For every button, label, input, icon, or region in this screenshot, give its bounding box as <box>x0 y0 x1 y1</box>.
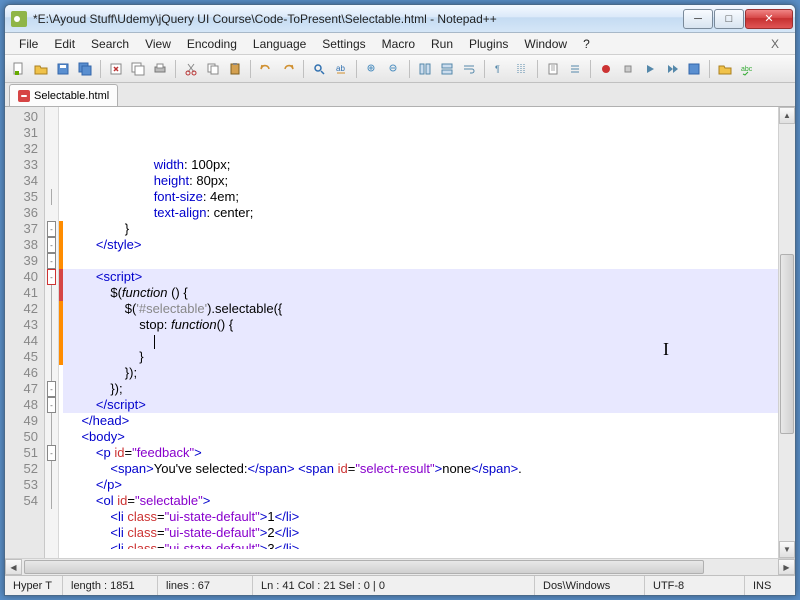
save-all-icon[interactable] <box>75 59 95 79</box>
status-encoding: UTF-8 <box>645 576 745 595</box>
scroll-down-icon[interactable]: ▼ <box>779 541 795 558</box>
svg-text:abc: abc <box>741 66 753 73</box>
close-file-icon[interactable] <box>106 59 126 79</box>
tab-selectable[interactable]: Selectable.html <box>9 84 118 106</box>
menu-view[interactable]: View <box>137 35 179 53</box>
menu-file[interactable]: File <box>11 35 46 53</box>
zoom-out-icon[interactable] <box>384 59 404 79</box>
text-cursor-icon: I <box>663 341 669 357</box>
menu-search[interactable]: Search <box>83 35 137 53</box>
replace-icon[interactable]: ab <box>331 59 351 79</box>
status-eol: Dos\Windows <box>535 576 645 595</box>
menu-settings[interactable]: Settings <box>314 35 373 53</box>
status-insert-mode: INS <box>745 576 795 595</box>
new-file-icon[interactable] <box>9 59 29 79</box>
scroll-thumb[interactable] <box>780 254 794 434</box>
folder-icon[interactable] <box>715 59 735 79</box>
menu-close-doc[interactable]: X <box>761 35 789 53</box>
status-position: Ln : 41 Col : 21 Sel : 0 | 0 <box>253 576 535 595</box>
paste-icon[interactable] <box>225 59 245 79</box>
titlebar[interactable]: *E:\Ayoud Stuff\Udemy\jQuery UI Course\C… <box>5 5 795 33</box>
print-icon[interactable] <box>150 59 170 79</box>
save-icon[interactable] <box>53 59 73 79</box>
code-area[interactable]: I width: 100px; height: 80px; font-size:… <box>63 107 778 558</box>
window-title: *E:\Ayoud Stuff\Udemy\jQuery UI Course\C… <box>31 12 683 26</box>
fold-column[interactable]: ------- <box>45 107 59 558</box>
line-number-gutter[interactable]: 3031323334353637383940414243444546474849… <box>5 107 45 558</box>
save-macro-icon[interactable] <box>684 59 704 79</box>
status-length: length : 1851 <box>63 576 158 595</box>
menu-window[interactable]: Window <box>516 35 575 53</box>
doc-map-icon[interactable] <box>543 59 563 79</box>
zoom-in-icon[interactable] <box>362 59 382 79</box>
play-icon[interactable] <box>640 59 660 79</box>
editor: 3031323334353637383940414243444546474849… <box>5 107 795 558</box>
menu-language[interactable]: Language <box>245 35 314 53</box>
stop-icon[interactable] <box>618 59 638 79</box>
close-button[interactable]: ✕ <box>745 9 793 29</box>
tab-label: Selectable.html <box>34 90 109 102</box>
open-file-icon[interactable] <box>31 59 51 79</box>
undo-icon[interactable] <box>256 59 276 79</box>
cut-icon[interactable] <box>181 59 201 79</box>
play-multi-icon[interactable] <box>662 59 682 79</box>
svg-text:¶: ¶ <box>495 64 500 74</box>
wrap-icon[interactable] <box>459 59 479 79</box>
svg-text:ab: ab <box>336 64 345 73</box>
maximize-button[interactable]: □ <box>714 9 744 29</box>
minimize-button[interactable]: ─ <box>683 9 713 29</box>
menu-help[interactable]: ? <box>575 35 598 53</box>
record-icon[interactable] <box>596 59 616 79</box>
menu-macro[interactable]: Macro <box>374 35 423 53</box>
show-all-chars-icon[interactable]: ¶ <box>490 59 510 79</box>
app-icon <box>11 11 27 27</box>
scroll-up-icon[interactable]: ▲ <box>779 107 795 124</box>
menu-encoding[interactable]: Encoding <box>179 35 245 53</box>
scroll-right-icon[interactable]: ▶ <box>778 559 795 575</box>
find-icon[interactable] <box>309 59 329 79</box>
menu-run[interactable]: Run <box>423 35 461 53</box>
sync-h-icon[interactable] <box>437 59 457 79</box>
close-all-icon[interactable] <box>128 59 148 79</box>
tabbar: Selectable.html <box>5 83 795 107</box>
statusbar: Hyper T length : 1851 lines : 67 Ln : 41… <box>5 575 795 595</box>
sync-v-icon[interactable] <box>415 59 435 79</box>
func-list-icon[interactable] <box>565 59 585 79</box>
hscroll-thumb[interactable] <box>24 560 704 574</box>
vertical-scrollbar[interactable]: ▲ ▼ <box>778 107 795 558</box>
menu-plugins[interactable]: Plugins <box>461 35 516 53</box>
redo-icon[interactable] <box>278 59 298 79</box>
menubar: File Edit Search View Encoding Language … <box>5 33 795 55</box>
scroll-left-icon[interactable]: ◀ <box>5 559 22 575</box>
horizontal-scrollbar[interactable]: ◀ ▶ <box>5 558 795 575</box>
copy-icon[interactable] <box>203 59 223 79</box>
menu-edit[interactable]: Edit <box>46 35 83 53</box>
unsaved-indicator-icon <box>18 90 30 102</box>
status-language: Hyper T <box>5 576 63 595</box>
indent-guide-icon[interactable] <box>512 59 532 79</box>
app-window: *E:\Ayoud Stuff\Udemy\jQuery UI Course\C… <box>4 4 796 596</box>
toolbar: ab ¶ abc <box>5 55 795 83</box>
spellcheck-icon[interactable]: abc <box>737 59 757 79</box>
status-lines: lines : 67 <box>158 576 253 595</box>
